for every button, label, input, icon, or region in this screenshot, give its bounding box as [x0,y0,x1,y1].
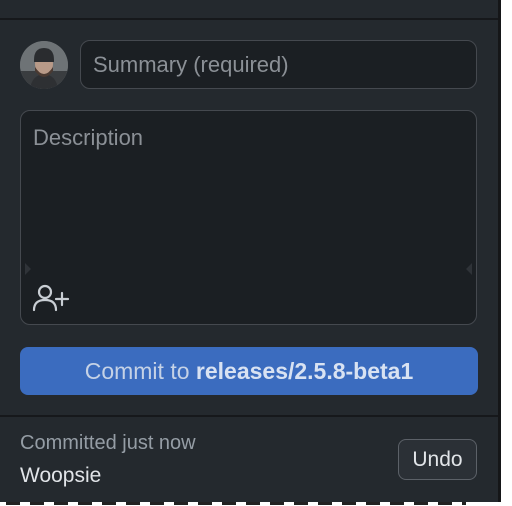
undo-button[interactable]: Undo [398,439,477,480]
description-input[interactable] [21,111,476,261]
changes-list-bottom-edge [0,0,498,20]
commit-panel: Commit to releases/2.5.8-beta1 Committed… [0,0,498,502]
divider [0,415,498,417]
avatar-image [20,41,68,89]
avatar [20,41,68,89]
commit-button-prefix: Commit to [84,358,196,384]
person-add-icon [32,284,70,312]
summary-input[interactable] [80,40,477,89]
resize-left-icon [25,263,31,275]
background-text-fragment [6,502,466,505]
last-commit-status: Committed just now [20,432,196,454]
description-box [20,110,477,325]
commit-button[interactable]: Commit to releases/2.5.8-beta1 [20,347,478,395]
resize-right-icon [466,263,472,275]
background-window-edge [0,502,512,506]
pane-divider[interactable] [498,0,501,502]
last-commit-message: Woopsie [20,464,102,487]
commit-button-branch: releases/2.5.8-beta1 [195,358,414,384]
add-coauthor-button[interactable] [31,281,71,313]
